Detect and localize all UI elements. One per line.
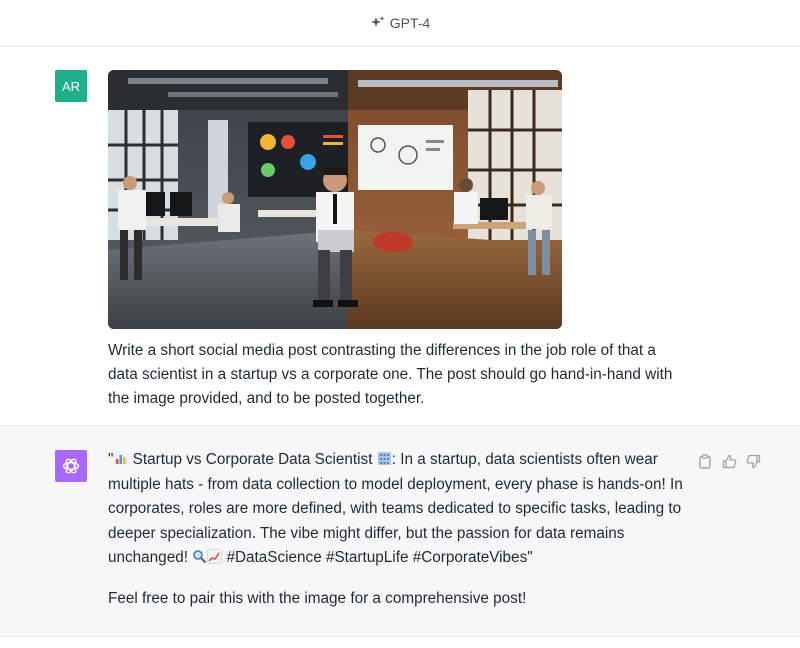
sparkle-icon: [370, 16, 385, 27]
user-initials: AR: [61, 78, 81, 94]
copy-button[interactable]: [696, 452, 714, 470]
post-title: Startup vs Corporate Data Scientist: [128, 451, 377, 468]
bar-chart-emoji-icon: [113, 451, 128, 466]
thumbs-up-button[interactable]: [720, 452, 738, 470]
assistant-message: " Startup vs Corporate Data Scientist : …: [0, 425, 800, 637]
chart-increasing-emoji-icon: [207, 549, 223, 564]
magnifier-emoji-icon: [193, 550, 207, 564]
post-hashtags: #DataScience #StartupLife #CorporateVibe…: [222, 549, 533, 566]
office-building-emoji-icon: [377, 452, 391, 465]
user-message-text: Write a short social media post contrast…: [108, 342, 673, 407]
user-message: AR Write a short social media post contr…: [0, 47, 800, 425]
assistant-paragraph-2: Feel free to pair this with the image fo…: [108, 589, 527, 607]
model-label: GPT-4: [389, 15, 431, 31]
thumbs-down-button[interactable]: [744, 452, 762, 470]
thumbs-up-icon: [722, 454, 736, 468]
office-image[interactable]: [108, 70, 562, 329]
assistant-avatar: [55, 450, 87, 482]
openai-logo-icon: [62, 458, 80, 474]
model-header[interactable]: GPT-4: [0, 0, 800, 47]
user-avatar: AR: [55, 70, 87, 102]
assistant-paragraph-1: " Startup vs Corporate Data Scientist : …: [108, 448, 683, 571]
office-illustration: [108, 70, 562, 329]
message-actions: [696, 452, 762, 470]
thumbs-down-icon: [746, 454, 760, 468]
assistant-message-text: " Startup vs Corporate Data Scientist : …: [108, 448, 683, 611]
clipboard-icon: [699, 453, 711, 469]
